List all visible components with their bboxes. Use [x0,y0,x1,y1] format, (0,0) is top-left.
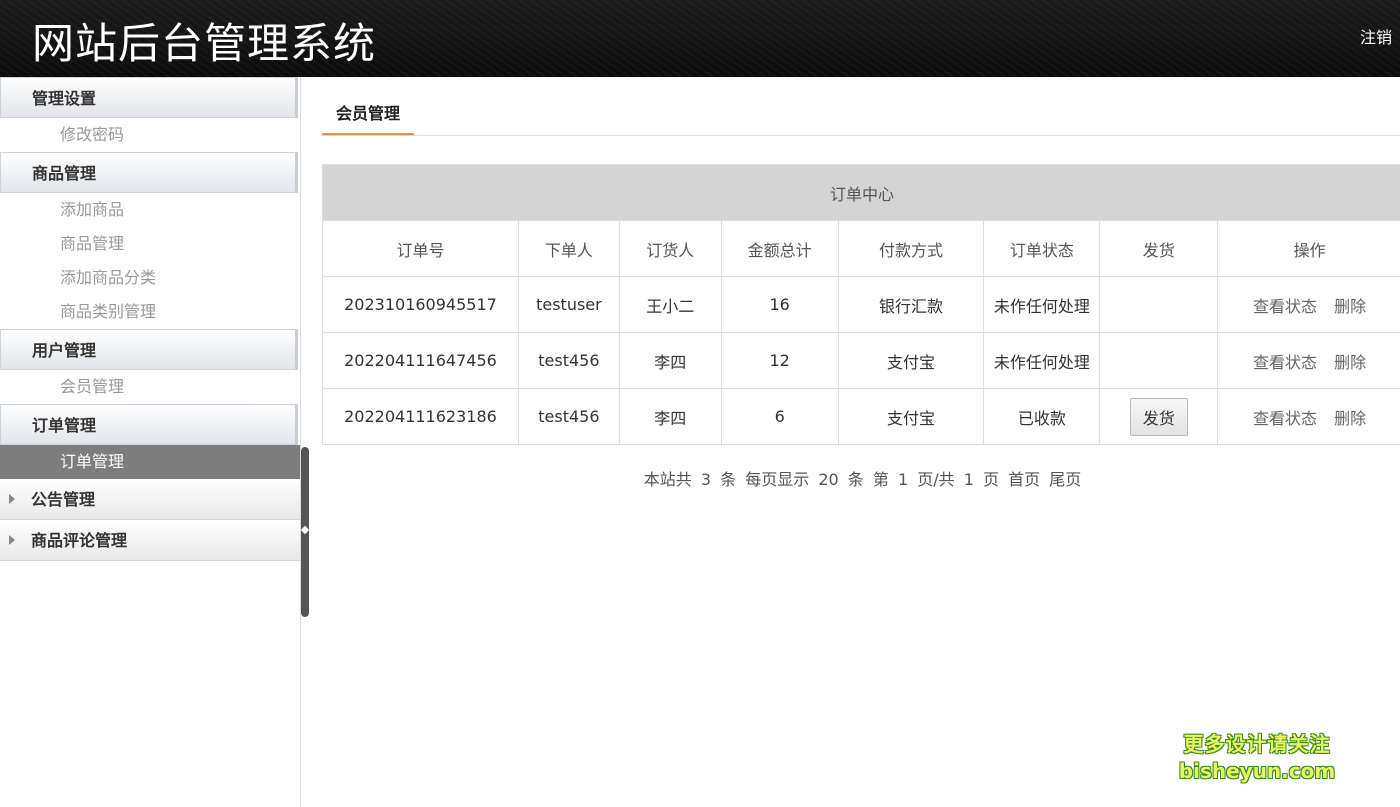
column-header: 订单状态 [983,220,1101,277]
delete-link[interactable]: 删除 [1334,297,1366,316]
sidebar-group-users[interactable]: 用户管理 [0,329,298,370]
pagination: 本站共 3 条 每页显示 20 条 第 1 页/共 1 页 首页 尾页 [322,466,1400,490]
top-header: 网站后台管理系统 注销 [0,0,1400,77]
view-status-link[interactable]: 查看状态 [1253,297,1317,316]
order-status: 未作任何处理 [983,276,1101,333]
sidebar-item-add-category[interactable]: 添加商品分类 [0,261,300,295]
sidebar-item-category-manage[interactable]: 商品类别管理 [0,295,300,329]
order-amount: 16 [720,276,839,333]
view-status-link[interactable]: 查看状态 [1253,353,1317,372]
table-caption: 订单中心 [322,164,1400,221]
table-row: 202204111647456 test456 李四 12 支付宝 未作任何处理… [322,332,1400,389]
app-title: 网站后台管理系统 [32,19,377,68]
watermark-line-2: bisheyun.com [1178,759,1336,783]
pager-text: 第 [872,470,889,489]
operations-cell: 查看状态 删除 [1217,276,1400,333]
table-caption-row: 订单中心 [322,164,1400,221]
column-header: 发货 [1099,220,1219,277]
order-status: 未作任何处理 [983,332,1101,389]
pager-total: 3 [700,470,711,489]
order-status: 已收款 [983,388,1101,445]
pager-text: 条 [847,470,864,489]
ship-cell [1099,332,1219,389]
pager-text: 每页显示 [745,470,810,489]
sidebar-group-products[interactable]: 商品管理 [0,152,298,193]
column-header: 订货人 [618,220,722,277]
ship-button[interactable]: 发货 [1129,397,1188,436]
operations-cell: 查看状态 删除 [1217,388,1400,445]
sidebar-group-orders[interactable]: 订单管理 [0,404,298,445]
order-number: 202204111623186 [322,388,519,445]
sidebar-group-label: 公告管理 [31,490,96,509]
sidebar: 管理设置 修改密码 商品管理 添加商品 商品管理 添加商品分类 商品类别管理 用… [0,77,301,807]
first-page-link[interactable]: 首页 [1008,470,1040,489]
pager-text: 页 [983,470,1000,489]
column-header: 订单号 [322,220,519,277]
sidebar-group-comments[interactable]: 商品评论管理 [0,520,300,561]
table-header-row: 订单号 下单人 订货人 金额总计 付款方式 订单状态 发货 操作 [322,220,1400,277]
caret-right-icon [9,535,15,545]
buyer-name: test456 [517,388,620,445]
consignee-name: 王小二 [618,276,722,333]
watermark: 更多设计请关注 bisheyun.com [1172,730,1342,784]
view-status-link[interactable]: 查看状态 [1253,409,1317,428]
tab-bar: 会员管理 [322,94,1400,136]
sidebar-item-product-manage[interactable]: 商品管理 [0,227,300,261]
ship-cell [1099,276,1219,333]
caret-right-icon [9,494,15,504]
watermark-line-1: 更多设计请关注 [1183,732,1331,756]
pager-text: 条 [720,470,737,489]
column-header: 下单人 [517,220,620,277]
order-number: 202310160945517 [322,276,519,333]
ship-cell: 发货 [1099,388,1219,445]
order-amount: 6 [720,388,839,445]
sidebar-item-member-manage[interactable]: 会员管理 [0,370,300,404]
order-amount: 12 [720,332,839,389]
sidebar-group-admin-settings[interactable]: 管理设置 [0,77,298,118]
buyer-name: testuser [517,276,620,333]
delete-link[interactable]: 删除 [1334,409,1366,428]
sidebar-item-add-product[interactable]: 添加商品 [0,193,300,227]
payment-method: 支付宝 [837,332,985,389]
buyer-name: test456 [517,332,620,389]
orders-table: 订单中心 订单号 下单人 订货人 金额总计 付款方式 订单状态 发货 操作 20… [322,164,1400,445]
operations-cell: 查看状态 删除 [1217,332,1400,389]
pager-current-page: 1 [897,470,909,489]
column-header: 付款方式 [837,220,985,277]
payment-method: 支付宝 [837,388,985,445]
sidebar-group-label: 商品评论管理 [31,531,128,550]
logout-link[interactable]: 注销 [1360,24,1392,48]
payment-method: 银行汇款 [837,276,985,333]
delete-link[interactable]: 删除 [1334,353,1366,372]
tab-member-manage[interactable]: 会员管理 [322,94,415,135]
table-row: 202310160945517 testuser 王小二 16 银行汇款 未作任… [322,276,1400,333]
pager-text: 本站共 [643,470,692,489]
pager-text: 页/共 [917,470,955,489]
pager-per-page: 20 [818,470,839,489]
consignee-name: 李四 [618,332,722,389]
order-number: 202204111647456 [322,332,519,389]
consignee-name: 李四 [618,388,722,445]
pager-total-pages: 1 [963,470,974,489]
table-row: 202204111623186 test456 李四 6 支付宝 已收款 发货 … [322,388,1400,445]
column-header: 金额总计 [720,220,839,277]
column-header: 操作 [1217,220,1400,277]
sidebar-item-order-manage[interactable]: 订单管理 [0,445,300,479]
sidebar-item-change-password[interactable]: 修改密码 [0,118,300,152]
sidebar-group-notices[interactable]: 公告管理 [0,479,300,520]
last-page-link[interactable]: 尾页 [1049,470,1081,489]
